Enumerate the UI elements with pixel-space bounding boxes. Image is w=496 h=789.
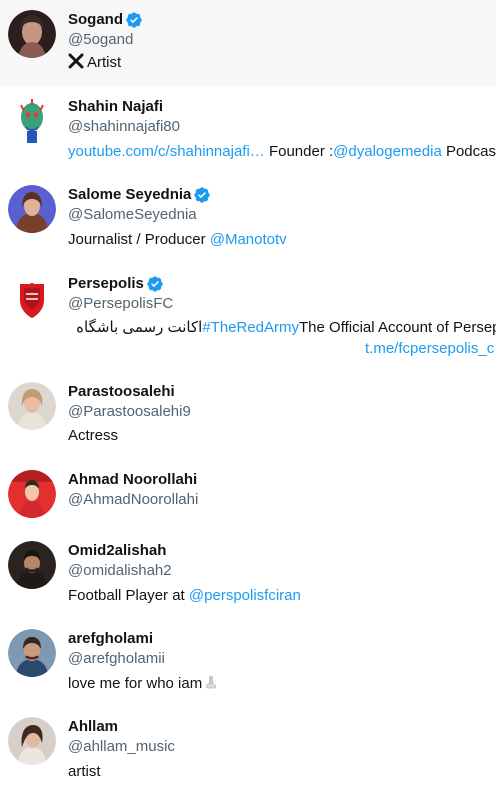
user-bio: Football Player at @perspolisfciran xyxy=(68,586,301,606)
bio-text: love me for who iam xyxy=(68,675,203,692)
user-bio: Journalist / Producer @Manototv xyxy=(68,230,287,250)
bio-text: Football Player at xyxy=(68,587,189,604)
user-handle: @Parastoosalehi9 xyxy=(68,403,191,420)
user-handle: @PersepolisFC xyxy=(68,295,174,312)
display-name-text[interactable]: Omid2alishah xyxy=(68,541,166,561)
display-name[interactable]: Shahin Najafi xyxy=(68,97,163,117)
display-name[interactable]: Sogand xyxy=(68,10,143,30)
display-name[interactable]: Omid2alishah xyxy=(68,541,166,561)
avatar[interactable] xyxy=(8,541,56,589)
user-bio: Actress xyxy=(68,427,119,444)
user-bio: love me for who iam xyxy=(68,674,219,694)
avatar[interactable] xyxy=(8,185,56,233)
bio-link[interactable]: t.me/fcpersepolis_c xyxy=(365,340,494,357)
display-name-text[interactable]: Ahllam xyxy=(68,717,118,737)
user-cell[interactable]: Persepolis @PersepolisFC اکانت رسمی باشگ… xyxy=(0,262,496,372)
user-handle: @shahinnajafi80 xyxy=(68,118,180,135)
avatar[interactable] xyxy=(8,382,56,430)
user-bio: اکانت رسمی باشگاه #TheRedArmyThe Officia… xyxy=(72,318,496,338)
cross-mark-icon xyxy=(68,53,84,69)
user-cell[interactable]: Parastoosalehi @Parastoosalehi9 Actress xyxy=(0,372,496,460)
avatar[interactable] xyxy=(8,274,56,322)
display-name-text[interactable]: Salome Seyednia xyxy=(68,185,191,205)
user-handle: @ahllam_music xyxy=(68,738,175,755)
user-bio: Artist xyxy=(68,53,121,73)
bio-hashtag-link[interactable]: #TheRedArmy xyxy=(202,319,299,336)
user-bio: artist xyxy=(68,763,101,780)
user-bio-line2: t.me/fcpersepolis_c xyxy=(365,339,494,359)
display-name-text[interactable]: Parastoosalehi xyxy=(68,382,175,402)
display-name[interactable]: Parastoosalehi xyxy=(68,382,175,402)
bio-text: Journalist / Producer xyxy=(68,231,210,248)
display-name[interactable]: Persepolis xyxy=(68,274,164,294)
verified-badge-icon xyxy=(125,11,143,29)
avatar[interactable] xyxy=(8,97,56,145)
display-name[interactable]: Salome Seyednia xyxy=(68,185,211,205)
avatar[interactable] xyxy=(8,629,56,677)
display-name-text[interactable]: Shahin Najafi xyxy=(68,97,163,117)
avatar[interactable] xyxy=(8,717,56,765)
user-cell[interactable]: Ahmad Noorollahi @AhmadNoorollahi xyxy=(0,460,496,530)
display-name[interactable]: Ahmad Noorollahi xyxy=(68,470,197,490)
verified-badge-icon xyxy=(193,186,211,204)
folded-hands-icon xyxy=(203,674,219,690)
user-handle: @5ogand xyxy=(68,31,134,48)
display-name-text[interactable]: Sogand xyxy=(68,10,123,30)
user-cell[interactable]: arefgholami @arefgholamii love me for wh… xyxy=(0,618,496,706)
bio-text: Podcast xyxy=(441,143,496,160)
bio-link[interactable]: youtube.com/c/shahinnajafi… xyxy=(68,143,265,160)
user-cell[interactable]: Salome Seyednia @SalomeSeyednia Journali… xyxy=(0,174,496,262)
display-name[interactable]: Ahllam xyxy=(68,717,118,737)
bio-mention-link[interactable]: @dyalogemedia xyxy=(333,143,442,160)
display-name-text[interactable]: arefgholami xyxy=(68,629,153,649)
display-name-text[interactable]: Ahmad Noorollahi xyxy=(68,470,197,490)
avatar[interactable] xyxy=(8,470,56,518)
display-name[interactable]: arefgholami xyxy=(68,629,153,649)
bio-text-rtl: اکانت رسمی باشگاه xyxy=(72,319,203,336)
bio-text: Artist xyxy=(87,54,122,71)
bio-mention-link[interactable]: @perspolisfciran xyxy=(189,587,301,604)
user-cell[interactable]: Ahllam @ahllam_music artist xyxy=(0,706,496,789)
user-handle: @arefgholamii xyxy=(68,650,165,667)
bio-mention-link[interactable]: @Manototv xyxy=(210,231,287,248)
bio-text: Founder : xyxy=(264,143,334,160)
user-cell[interactable]: Shahin Najafi @shahinnajafi80 youtube.co… xyxy=(0,86,496,174)
user-handle: @AhmadNoorollahi xyxy=(68,491,199,508)
avatar[interactable] xyxy=(8,10,56,58)
bio-text: The Official Account of Persep xyxy=(299,319,496,336)
user-cell[interactable]: Sogand @5ogand Artist xyxy=(0,0,496,86)
user-handle: @SalomeSeyednia xyxy=(68,206,197,223)
display-name-text[interactable]: Persepolis xyxy=(68,274,144,294)
verified-badge-icon xyxy=(146,275,164,293)
user-bio: youtube.com/c/shahinnajafi… Founder :@dy… xyxy=(68,142,496,162)
user-handle: @omidalishah2 xyxy=(68,562,172,579)
user-cell[interactable]: Omid2alishah @omidalishah2 Football Play… xyxy=(0,530,496,618)
